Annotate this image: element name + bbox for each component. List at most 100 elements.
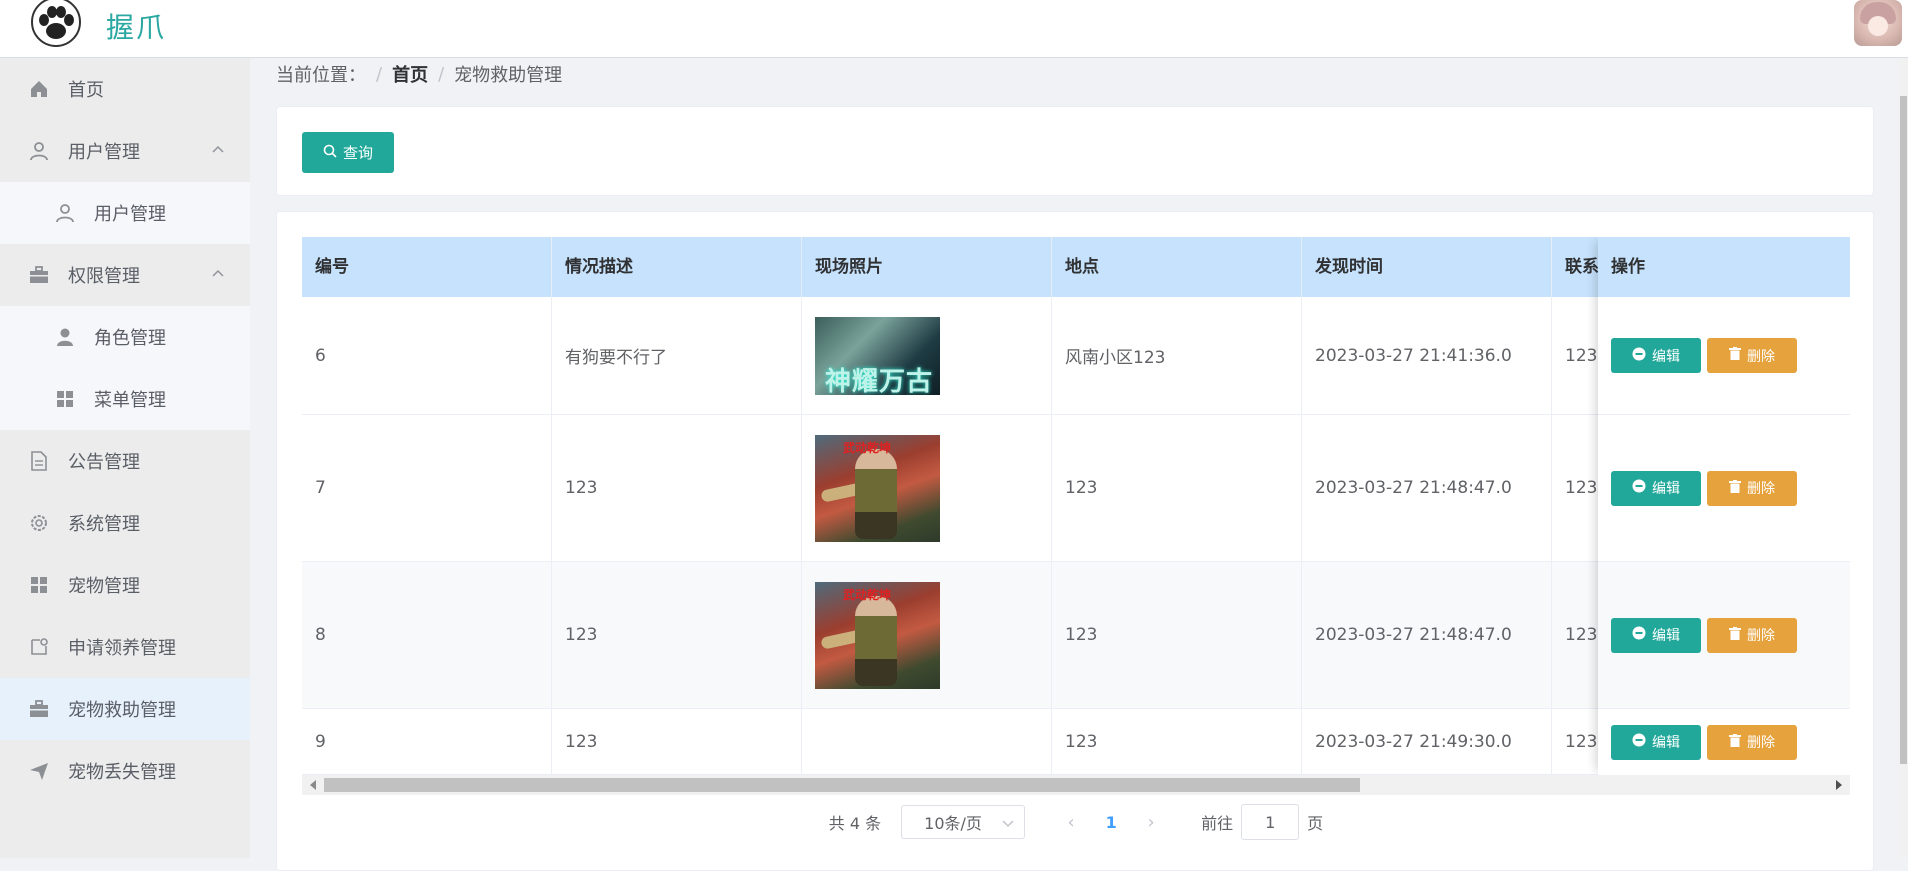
cell-photo: 武动乾坤 <box>802 415 1052 561</box>
sidebar-item-label: 宠物丢失管理 <box>68 762 176 783</box>
scrollbar-thumb[interactable] <box>324 778 1360 792</box>
cell-id: 8 <box>302 562 552 708</box>
user-icon <box>28 140 50 162</box>
edit-icon <box>1632 733 1652 751</box>
goto-prefix: 前往 <box>1201 814 1234 833</box>
person-solid-icon <box>54 326 76 348</box>
horizontal-scrollbar[interactable] <box>302 775 1850 795</box>
document-icon <box>28 450 50 472</box>
delete-button[interactable]: 删除 <box>1707 338 1797 373</box>
sidebar-item-rescue-management[interactable]: 宠物救助管理 <box>0 678 250 740</box>
column-header-actions: 操作 <box>1598 237 1850 297</box>
goto-page-input[interactable]: 1 <box>1241 804 1300 840</box>
next-page-button[interactable]: › <box>1131 812 1171 833</box>
vertical-scrollbar-thumb[interactable] <box>1900 96 1907 764</box>
scene-photo: 武动乾坤 <box>815 434 940 542</box>
cell-photo <box>802 709 1052 774</box>
query-button[interactable]: 查询 <box>302 132 394 173</box>
user-avatar[interactable] <box>1854 0 1902 46</box>
sidebar-item-label: 宠物管理 <box>68 576 140 597</box>
chevron-down-icon <box>1002 814 1014 833</box>
sidebar-item-home[interactable]: 首页 <box>0 58 250 120</box>
delete-button-label: 删除 <box>1747 735 1775 751</box>
vertical-scrollbar[interactable] <box>1898 58 1908 858</box>
sidebar-item-label: 系统管理 <box>68 514 140 535</box>
top-header: 握爪 <box>0 0 1908 58</box>
prev-page-button[interactable]: ‹ <box>1051 812 1091 833</box>
cell-time: 2023-03-27 21:48:47.0 <box>1302 415 1552 561</box>
breadcrumb-prefix: 当前位置： <box>276 65 366 86</box>
sidebar-item-adoption-management[interactable]: 申请领养管理 <box>0 616 250 678</box>
breadcrumb-separator: / <box>376 63 383 85</box>
sidebar-item-label: 宠物救助管理 <box>68 700 176 721</box>
sidebar-item-role-management[interactable]: 角色管理 <box>0 306 250 368</box>
column-header-description: 情况描述 <box>552 237 802 297</box>
search-card: 查询 <box>276 106 1874 196</box>
brand-title: 握爪 <box>106 11 167 44</box>
sidebar-item-user-management[interactable]: 用户管理 <box>0 120 250 182</box>
scene-photo: 武动乾坤 <box>815 581 940 689</box>
scroll-right-arrow-icon[interactable] <box>1836 780 1842 790</box>
edit-icon <box>1632 347 1652 365</box>
sidebar-item-lost-management[interactable]: 宠物丢失管理 <box>0 740 250 802</box>
edit-button[interactable]: 编辑 <box>1611 470 1701 506</box>
delete-button[interactable]: 删除 <box>1707 724 1797 760</box>
cell-id: 9 <box>302 709 552 774</box>
cell-time: 2023-03-27 21:49:30.0 <box>1302 709 1552 774</box>
breadcrumb-current: 宠物救助管理 <box>454 65 563 86</box>
delete-button[interactable]: 删除 <box>1707 470 1797 506</box>
grid-icon <box>28 574 50 596</box>
breadcrumb-home[interactable]: 首页 <box>392 61 428 87</box>
send-icon <box>28 760 50 782</box>
sidebar-item-user-management-sub[interactable]: 用户管理 <box>0 182 250 244</box>
chevron-up-icon <box>212 144 224 156</box>
edit-button-label: 编辑 <box>1652 628 1680 644</box>
cell-description: 123 <box>552 709 802 774</box>
cell-description: 123 <box>552 415 802 561</box>
sidebar-item-label: 角色管理 <box>94 328 166 349</box>
goto-suffix: 页 <box>1307 814 1324 833</box>
sidebar-item-label: 权限管理 <box>68 266 140 287</box>
cell-location: 风南小区123 <box>1052 297 1302 414</box>
pagination: 共 4 条 10条/页 ‹ 1 › 前往 1 页 <box>277 802 1873 842</box>
cell-description: 有狗要不行了 <box>552 297 802 414</box>
edit-icon <box>1632 626 1652 644</box>
actions-cell: 编辑 删除 <box>1598 297 1850 415</box>
sidebar-item-notice-management[interactable]: 公告管理 <box>0 430 250 492</box>
delete-button-label: 删除 <box>1747 481 1775 497</box>
edit-button[interactable]: 编辑 <box>1611 617 1701 653</box>
actions-cell: 编辑 删除 <box>1598 562 1850 709</box>
gear-icon <box>28 512 50 534</box>
sidebar-item-permission-management[interactable]: 权限管理 <box>0 244 250 306</box>
scene-photo: 神耀万古 <box>815 316 940 395</box>
actions-cell: 编辑 删除 <box>1598 415 1850 562</box>
edit-button[interactable]: 编辑 <box>1611 338 1701 373</box>
column-header-id: 编号 <box>302 237 552 297</box>
page-number-current[interactable]: 1 <box>1091 813 1131 832</box>
breadcrumb-separator: / <box>438 63 445 85</box>
edit-button-label: 编辑 <box>1652 481 1680 497</box>
sidebar-item-pet-management[interactable]: 宠物管理 <box>0 554 250 616</box>
scroll-left-arrow-icon[interactable] <box>310 780 316 790</box>
table-card: 编号 情况描述 现场照片 地点 发现时间 联系 6 有狗要不行了 神耀万古 风南… <box>276 211 1874 871</box>
paw-logo-icon <box>28 0 84 50</box>
page-size-select[interactable]: 10条/页 <box>901 805 1026 839</box>
delete-button[interactable]: 删除 <box>1707 617 1797 653</box>
sidebar: 首页 用户管理 用户管理 权限管理 角色管理 菜单管理 公告管理 系统管理 宠物… <box>0 58 250 858</box>
query-button-label: 查询 <box>342 144 373 162</box>
sidebar-item-label: 首页 <box>68 80 104 101</box>
sidebar-item-system-management[interactable]: 系统管理 <box>0 492 250 554</box>
user-icon <box>54 202 76 224</box>
trash-icon <box>1729 733 1747 751</box>
trash-icon <box>1729 347 1747 364</box>
main-content: 当前位置： / 首页 / 宠物救助管理 查询 编号 情况描述 现场照片 地点 发… <box>250 58 1908 871</box>
application-icon <box>28 636 50 658</box>
sidebar-item-label: 用户管理 <box>94 204 166 225</box>
edit-button[interactable]: 编辑 <box>1611 724 1701 760</box>
sidebar-item-label: 申请领养管理 <box>68 638 176 659</box>
cell-time: 2023-03-27 21:41:36.0 <box>1302 297 1552 414</box>
sidebar-item-menu-management[interactable]: 菜单管理 <box>0 368 250 430</box>
cell-description: 123 <box>552 562 802 708</box>
chevron-up-icon <box>212 268 224 280</box>
briefcase-icon <box>28 264 50 286</box>
